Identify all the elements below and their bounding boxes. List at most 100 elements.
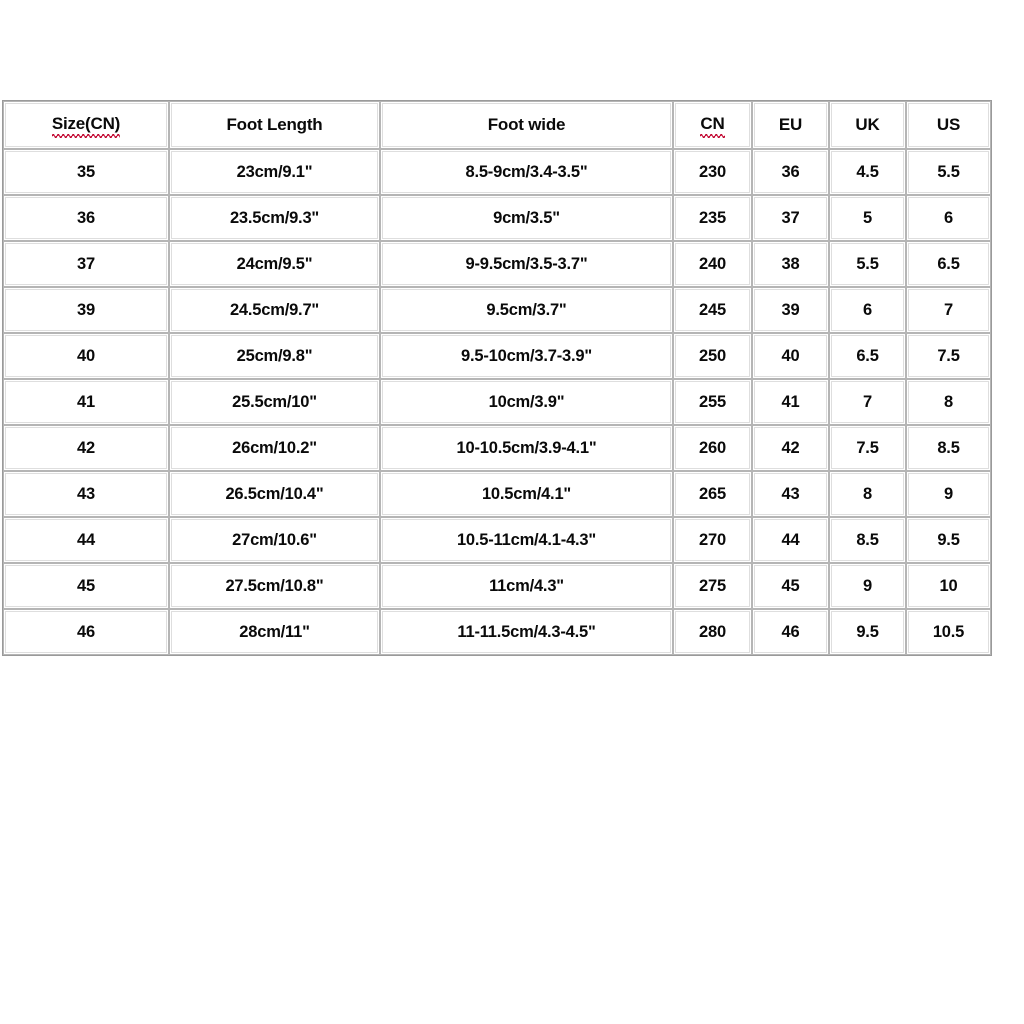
cell-us: 10	[906, 563, 991, 609]
cell-foot-length: 26cm/10.2"	[169, 425, 380, 471]
cell-foot-length: 24.5cm/9.7"	[169, 287, 380, 333]
cell-foot-wide: 8.5-9cm/3.4-3.5"	[380, 149, 673, 195]
cell-us: 9	[906, 471, 991, 517]
cell-cn: 260	[673, 425, 752, 471]
column-header-cn-label: CN	[700, 114, 725, 138]
cell-cn: 275	[673, 563, 752, 609]
cell-uk: 5	[829, 195, 906, 241]
cell-uk: 7	[829, 379, 906, 425]
cell-eu: 40	[752, 333, 829, 379]
cell-us: 10.5	[906, 609, 991, 655]
cell-cn: 250	[673, 333, 752, 379]
cell-foot-wide: 9.5-10cm/3.7-3.9"	[380, 333, 673, 379]
cell-eu: 46	[752, 609, 829, 655]
cell-size-cn: 45	[3, 563, 169, 609]
cell-foot-wide: 9-9.5cm/3.5-3.7"	[380, 241, 673, 287]
column-header-eu: EU	[752, 101, 829, 149]
cell-foot-wide: 11-11.5cm/4.3-4.5"	[380, 609, 673, 655]
table-row: 40 25cm/9.8" 9.5-10cm/3.7-3.9" 250 40 6.5 7.5	[3, 333, 991, 379]
column-header-uk-label: UK	[855, 115, 880, 134]
table-header-row: Size(CN) Foot Length Foot wide CN EU UK …	[3, 101, 991, 149]
cell-foot-length: 25cm/9.8"	[169, 333, 380, 379]
cell-uk: 9.5	[829, 609, 906, 655]
cell-us: 7.5	[906, 333, 991, 379]
cell-size-cn: 40	[3, 333, 169, 379]
cell-foot-length: 23.5cm/9.3"	[169, 195, 380, 241]
cell-eu: 44	[752, 517, 829, 563]
shoe-size-conversion-table: Size(CN) Foot Length Foot wide CN EU UK …	[2, 100, 992, 656]
cell-size-cn: 44	[3, 517, 169, 563]
cell-cn: 245	[673, 287, 752, 333]
cell-size-cn: 37	[3, 241, 169, 287]
cell-eu: 45	[752, 563, 829, 609]
cell-us: 9.5	[906, 517, 991, 563]
cell-eu: 41	[752, 379, 829, 425]
cell-foot-length: 25.5cm/10"	[169, 379, 380, 425]
table-row: 44 27cm/10.6" 10.5-11cm/4.1-4.3" 270 44 8.5 9.…	[3, 517, 991, 563]
cell-size-cn: 46	[3, 609, 169, 655]
cell-cn: 280	[673, 609, 752, 655]
column-header-cn: CN	[673, 101, 752, 149]
cell-eu: 42	[752, 425, 829, 471]
column-header-foot-wide-label: Foot wide	[487, 115, 566, 134]
cell-foot-length: 24cm/9.5"	[169, 241, 380, 287]
column-header-foot-length: Foot Length	[169, 101, 380, 149]
table-row: 43 26.5cm/10.4" 10.5cm/4.1" 265 43 8 9	[3, 471, 991, 517]
table-row: 39 24.5cm/9.7" 9.5cm/3.7" 245 39 6 7	[3, 287, 991, 333]
cell-eu: 39	[752, 287, 829, 333]
cell-us: 7	[906, 287, 991, 333]
table-row: 41 25.5cm/10" 10cm/3.9" 255 41 7 8	[3, 379, 991, 425]
table-row: 37 24cm/9.5" 9-9.5cm/3.5-3.7" 240 38 5.5 6.5	[3, 241, 991, 287]
column-header-us: US	[906, 101, 991, 149]
column-header-foot-length-label: Foot Length	[226, 115, 323, 134]
column-header-size-cn-label: Size(CN)	[51, 114, 121, 138]
cell-size-cn: 35	[3, 149, 169, 195]
cell-uk: 6	[829, 287, 906, 333]
cell-cn: 240	[673, 241, 752, 287]
cell-foot-wide: 10cm/3.9"	[380, 379, 673, 425]
cell-foot-length: 23cm/9.1"	[169, 149, 380, 195]
cell-uk: 9	[829, 563, 906, 609]
table-header: Size(CN) Foot Length Foot wide CN EU UK …	[3, 101, 991, 149]
cell-size-cn: 41	[3, 379, 169, 425]
cell-cn: 235	[673, 195, 752, 241]
cell-foot-length: 26.5cm/10.4"	[169, 471, 380, 517]
column-header-foot-wide: Foot wide	[380, 101, 673, 149]
cell-us: 6	[906, 195, 991, 241]
table-row: 36 23.5cm/9.3" 9cm/3.5" 235 37 5 6	[3, 195, 991, 241]
cell-cn: 255	[673, 379, 752, 425]
cell-us: 8	[906, 379, 991, 425]
cell-foot-wide: 10.5-11cm/4.1-4.3"	[380, 517, 673, 563]
cell-foot-length: 28cm/11"	[169, 609, 380, 655]
cell-cn: 265	[673, 471, 752, 517]
cell-size-cn: 39	[3, 287, 169, 333]
cell-us: 5.5	[906, 149, 991, 195]
column-header-size-cn: Size(CN)	[3, 101, 169, 149]
cell-uk: 7.5	[829, 425, 906, 471]
cell-foot-wide: 11cm/4.3"	[380, 563, 673, 609]
cell-foot-length: 27.5cm/10.8"	[169, 563, 380, 609]
table-row: 35 23cm/9.1" 8.5-9cm/3.4-3.5" 230 36 4.5 5.5	[3, 149, 991, 195]
size-chart-container: Size(CN) Foot Length Foot wide CN EU UK …	[2, 100, 992, 656]
table-row: 45 27.5cm/10.8" 11cm/4.3" 275 45 9 10	[3, 563, 991, 609]
cell-foot-wide: 9.5cm/3.7"	[380, 287, 673, 333]
cell-foot-wide: 10.5cm/4.1"	[380, 471, 673, 517]
cell-foot-wide: 9cm/3.5"	[380, 195, 673, 241]
cell-uk: 5.5	[829, 241, 906, 287]
cell-size-cn: 42	[3, 425, 169, 471]
cell-uk: 8.5	[829, 517, 906, 563]
cell-size-cn: 36	[3, 195, 169, 241]
cell-cn: 230	[673, 149, 752, 195]
column-header-us-label: US	[936, 115, 961, 134]
cell-cn: 270	[673, 517, 752, 563]
cell-us: 6.5	[906, 241, 991, 287]
table-row: 42 26cm/10.2" 10-10.5cm/3.9-4.1" 260 42 7.5 8.…	[3, 425, 991, 471]
cell-eu: 36	[752, 149, 829, 195]
column-header-eu-label: EU	[778, 115, 803, 134]
column-header-uk: UK	[829, 101, 906, 149]
cell-eu: 38	[752, 241, 829, 287]
cell-eu: 37	[752, 195, 829, 241]
cell-foot-wide: 10-10.5cm/3.9-4.1"	[380, 425, 673, 471]
table-body: 35 23cm/9.1" 8.5-9cm/3.4-3.5" 230 36 4.5 5.5 36…	[3, 149, 991, 655]
cell-foot-length: 27cm/10.6"	[169, 517, 380, 563]
